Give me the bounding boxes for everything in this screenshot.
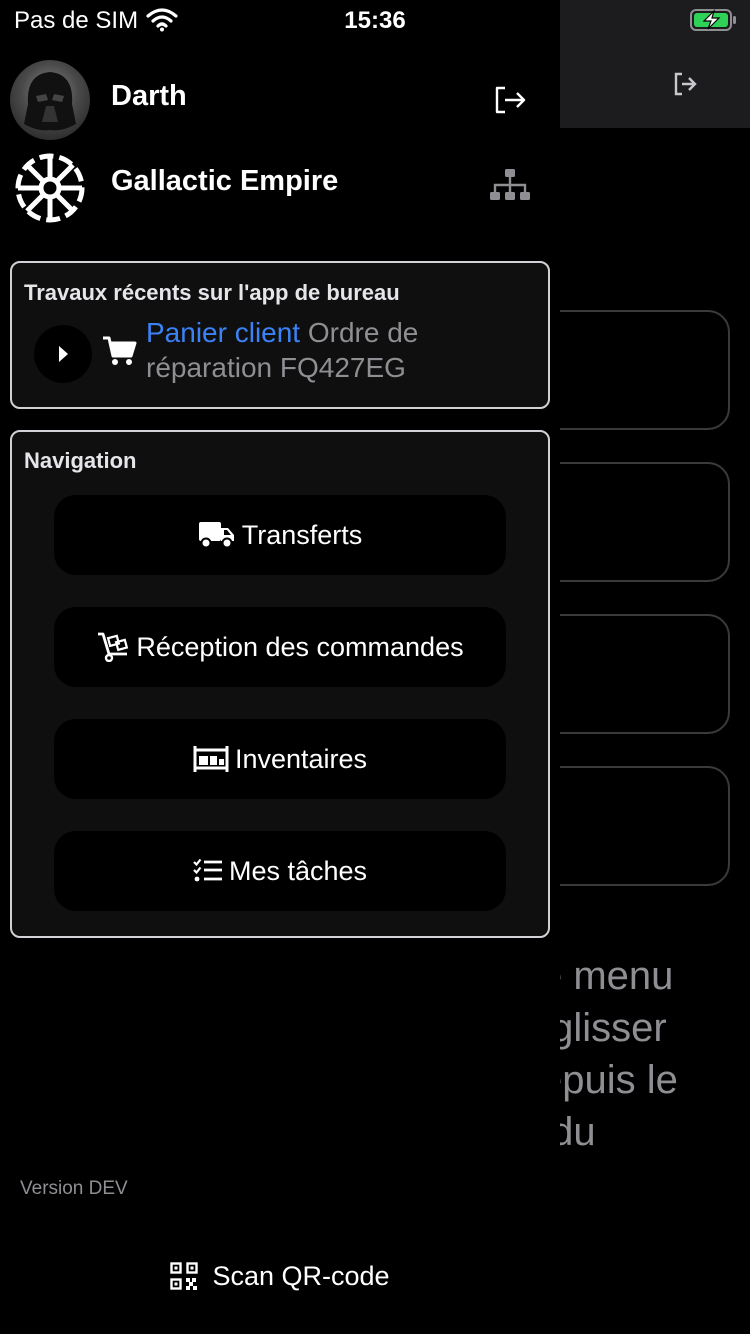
nav-inventaires-label: Inventaires: [234, 743, 368, 774]
recent-work-panel: Travaux récents sur l'app de bureau Pani…: [10, 261, 550, 409]
qr-code-icon: [170, 1262, 199, 1290]
version-label: Version DEV: [20, 1178, 128, 1199]
navigation-panel: Navigation Transferts Réception des comm…: [10, 430, 550, 938]
pallet-icon: [193, 746, 229, 772]
navigation-title: Navigation: [24, 448, 137, 473]
background-hint-text: e menu glisser epuis le du: [540, 954, 678, 1154]
nav-transferts-button[interactable]: Transferts: [54, 495, 506, 575]
side-drawer: Darth Gallactic Empire Travaux récents s…: [0, 0, 560, 1334]
app-screen: s e menu glisser epuis le du Pas de SIM …: [0, 0, 750, 1334]
dolly-icon: [98, 632, 129, 662]
recent-item-link[interactable]: Panier client: [146, 317, 300, 348]
play-icon: [59, 346, 68, 362]
task-list-icon: [193, 858, 222, 882]
recent-work-title: Travaux récents sur l'app de bureau: [24, 280, 400, 305]
scan-qr-label: Scan QR-code: [212, 1260, 390, 1291]
nav-reception-label: Réception des commandes: [136, 631, 464, 662]
org-chart-icon[interactable]: [489, 168, 531, 202]
avatar-image: [24, 72, 76, 131]
cart-icon: [103, 336, 137, 365]
background-logout-icon[interactable]: [672, 70, 700, 98]
status-bar: Pas de SIM 15:36: [0, 0, 750, 40]
nav-taches-label: Mes tâches: [228, 855, 368, 886]
scan-qr-button[interactable]: Scan QR-code: [0, 1256, 560, 1296]
nav-reception-button[interactable]: Réception des commandes: [54, 607, 506, 687]
user-name: Darth: [111, 80, 187, 112]
logout-icon[interactable]: [493, 85, 527, 115]
nav-transferts-label: Transferts: [241, 519, 363, 550]
nav-taches-button[interactable]: Mes tâches: [54, 831, 506, 911]
battery-charging-icon: [690, 8, 736, 31]
user-avatar[interactable]: [10, 60, 90, 140]
galactic-empire-logo: [15, 153, 85, 223]
recent-item[interactable]: Panier client Ordre de réparation FQ427E…: [146, 315, 526, 385]
play-button[interactable]: [34, 325, 92, 383]
status-time: 15:36: [344, 7, 406, 34]
truck-icon: [198, 522, 234, 549]
nav-inventaires-button[interactable]: Inventaires: [54, 719, 506, 799]
organization-name: Gallactic Empire: [111, 165, 339, 197]
